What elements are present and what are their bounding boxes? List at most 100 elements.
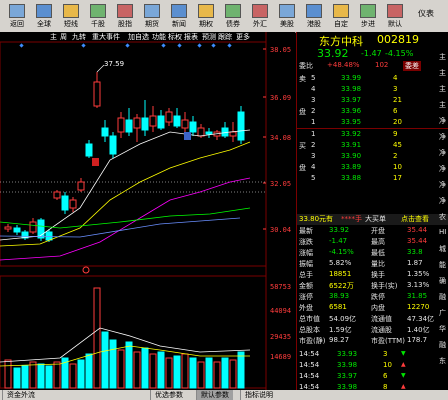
candle-body[interactable] xyxy=(109,135,117,155)
event-marker[interactable] xyxy=(177,43,182,48)
chart-tab-8[interactable]: 预测 xyxy=(202,32,216,42)
event-marker[interactable] xyxy=(81,43,86,48)
chart-tab-9[interactable]: 跟踪 xyxy=(218,32,232,42)
stats-value: 6581 xyxy=(329,303,347,311)
signal-badge[interactable] xyxy=(92,158,99,166)
sell-level-row[interactable]: 4 33.98 3 xyxy=(297,85,448,96)
signal-badge[interactable] xyxy=(184,132,191,140)
volume-bar xyxy=(181,353,189,389)
chart-tab-3[interactable]: 重大事件 xyxy=(92,32,120,42)
chart-tab-0[interactable]: 主 xyxy=(50,32,57,42)
candle-body[interactable] xyxy=(93,81,101,107)
toolbar-button-4[interactable]: 股指 xyxy=(112,2,138,29)
event-marker[interactable] xyxy=(161,43,166,48)
bottom-tab-2[interactable]: 默认参数 xyxy=(196,390,233,400)
candle-body[interactable] xyxy=(237,111,245,141)
bottom-tab-0[interactable]: 资金外流 xyxy=(2,390,39,400)
toolbar-button-8[interactable]: 债券 xyxy=(220,2,246,29)
buy-level-row[interactable]: 1 33.92 9 xyxy=(297,130,448,141)
stats-key: 量比 xyxy=(371,260,385,268)
chart-tab-10[interactable]: 更多 xyxy=(236,32,250,42)
candle-body[interactable] xyxy=(13,227,21,233)
tick-time: 14:54 xyxy=(299,361,320,369)
kline-chart[interactable]: 38.05 36.09 34.08 32.05 30.04 58753 44094 29435… xyxy=(0,32,295,390)
stats-key: 流通值 xyxy=(371,315,392,323)
candle-body[interactable] xyxy=(157,115,165,129)
candle-body[interactable] xyxy=(4,226,12,230)
candle-body[interactable] xyxy=(53,191,61,199)
chart-tab-4[interactable]: 加自选 xyxy=(128,32,149,42)
toolbar-button-6[interactable]: 新闻 xyxy=(166,2,192,29)
event-marker[interactable] xyxy=(197,43,202,48)
buy-level-row[interactable]: 买 2 33.91 45 xyxy=(297,141,448,152)
candle-body[interactable] xyxy=(165,111,173,123)
sell-level-row[interactable]: 卖 5 33.99 4 xyxy=(297,74,448,85)
chart-tab-6[interactable]: 标权 xyxy=(168,32,182,42)
chart-tab-1[interactable]: 周 xyxy=(60,32,67,42)
chart-tab-5[interactable]: 功能 xyxy=(152,32,166,42)
toolbar-button-2[interactable]: 短线 xyxy=(58,2,84,29)
candle-body[interactable] xyxy=(197,127,205,137)
candle-body[interactable] xyxy=(189,121,197,133)
price-axis-label: 30.04 xyxy=(270,226,291,234)
buy-level-row[interactable]: 5 33.88 17 xyxy=(297,174,448,185)
candle-body[interactable] xyxy=(205,131,213,135)
toolbar-button-5[interactable]: 期货 xyxy=(139,2,165,29)
toolbar-button-12[interactable]: 自定 xyxy=(328,2,354,29)
candle-body[interactable] xyxy=(229,131,237,137)
sell-level-row[interactable]: 盘 2 33.96 6 xyxy=(297,107,448,118)
chart-tab-2[interactable]: 九转 xyxy=(72,32,86,42)
candle-body[interactable] xyxy=(125,119,133,133)
volume-bar xyxy=(197,361,205,389)
toolbar-button-7[interactable]: 期权 xyxy=(193,2,219,29)
candle-body[interactable] xyxy=(149,115,157,127)
toolbar-button-3[interactable]: 千股 xyxy=(85,2,111,29)
sell-level-row[interactable]: 3 33.97 21 xyxy=(297,96,448,107)
stats-key: 振幅 xyxy=(299,260,313,268)
candle-body[interactable] xyxy=(29,221,37,233)
stats-row: 外盘 6581 内盘 12270 xyxy=(297,303,448,314)
candle-body[interactable] xyxy=(85,143,93,157)
candle-body[interactable] xyxy=(141,117,149,131)
toolbar-right-label[interactable]: 仪表 xyxy=(418,8,434,19)
event-marker[interactable] xyxy=(125,43,130,48)
buy-level-row[interactable]: 3 33.90 2 xyxy=(297,152,448,163)
candle-body[interactable] xyxy=(117,117,125,133)
candle-body[interactable] xyxy=(133,117,141,129)
buy-level-number: 3 xyxy=(311,152,316,160)
stats-key: 涨跌 xyxy=(299,238,313,246)
candle-body[interactable] xyxy=(45,231,53,241)
stats-row: 总股本 1.59亿 流通股 1.40亿 xyxy=(297,325,448,336)
toolbar-button-13[interactable]: 步进 xyxy=(355,2,381,29)
event-marker[interactable] xyxy=(211,43,216,48)
tick-price: 33.93 xyxy=(337,350,358,358)
event-marker[interactable] xyxy=(19,43,24,48)
toolbar-button-10[interactable]: 美股 xyxy=(274,2,300,29)
chart-tab-7[interactable]: 报表 xyxy=(184,32,198,42)
stats-value: 98.27 xyxy=(329,336,350,344)
side-label: 净 xyxy=(439,197,446,205)
warning-icon[interactable] xyxy=(82,266,90,274)
futures-icon xyxy=(144,4,160,18)
candle-body[interactable] xyxy=(101,127,109,137)
index-icon xyxy=(117,4,133,18)
candle-body[interactable] xyxy=(173,115,181,127)
candle-body[interactable] xyxy=(77,181,85,191)
buy-level-row[interactable]: 盘 4 33.89 10 xyxy=(297,163,448,174)
kline-chart-area[interactable]: 38.05 36.09 34.08 32.05 30.04 58753 44094 29435… xyxy=(0,32,295,390)
toolbar-button-1[interactable]: 全球 xyxy=(31,2,57,29)
toolbar-button-0[interactable]: 返回 xyxy=(4,2,30,29)
candle-body[interactable] xyxy=(61,195,69,211)
order-book-divider xyxy=(297,128,448,129)
candle-body[interactable] xyxy=(69,199,77,209)
toolbar-button-9[interactable]: 外汇 xyxy=(247,2,273,29)
big-order-bar[interactable]: 33.80元有 ****手 大买单 点击查看 xyxy=(297,214,448,225)
event-marker[interactable] xyxy=(227,43,232,48)
bottom-tab-1[interactable]: 优选参数 xyxy=(150,390,187,400)
stats-value: 5.82% xyxy=(329,259,352,267)
bottom-tab-3[interactable]: 指标说明 xyxy=(240,390,277,400)
toolbar-button-11[interactable]: 港股 xyxy=(301,2,327,29)
toolbar-button-14[interactable]: 默认 xyxy=(382,2,408,29)
big-order-link[interactable]: 点击查看 xyxy=(401,214,429,224)
candle-body[interactable] xyxy=(181,119,189,129)
